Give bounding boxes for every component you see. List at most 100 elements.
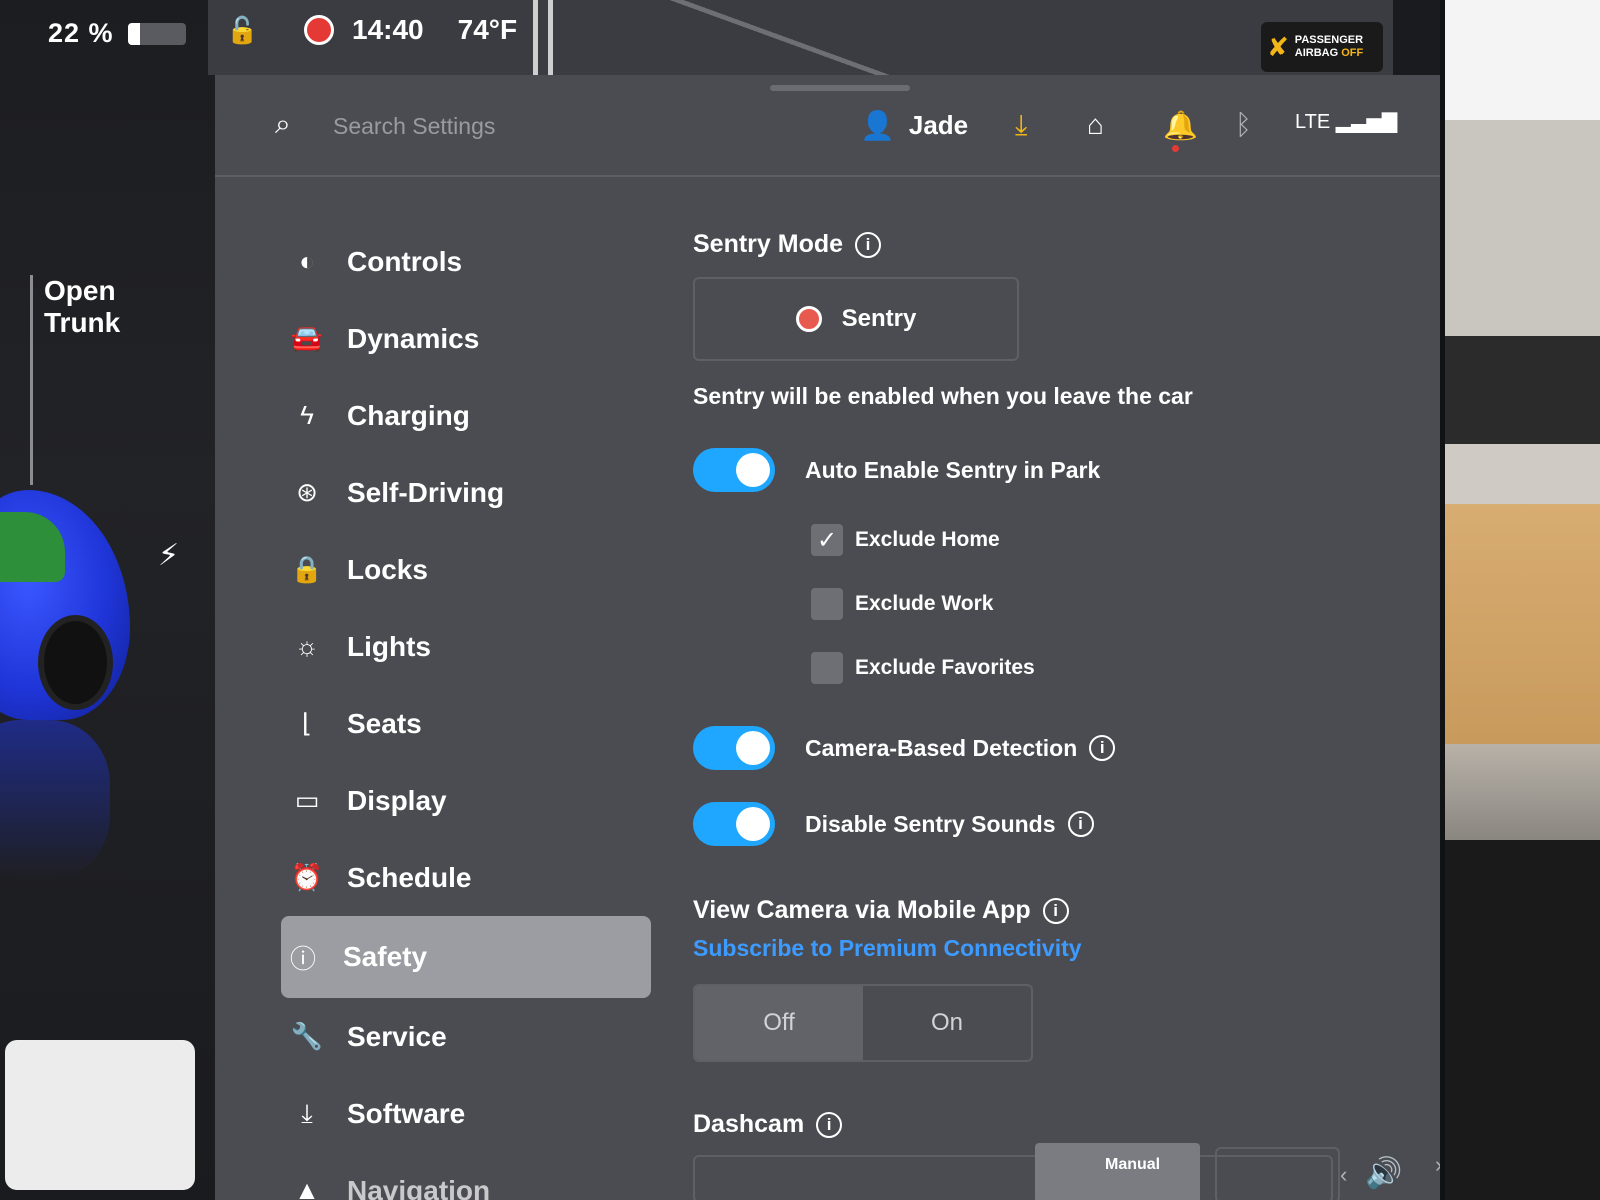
- steering-wheel-icon: ⊛: [296, 477, 318, 507]
- sentry-button[interactable]: Sentry: [693, 277, 1019, 361]
- sidebar-item-software[interactable]: ⤓ Software: [285, 1075, 665, 1152]
- sidebar-item-label: Navigation: [347, 1174, 491, 1200]
- battery-bar: [127, 22, 186, 45]
- sidebar-item-label: Charging: [347, 399, 470, 431]
- disable-sounds-label: Disable Sentry Sounds: [805, 810, 1056, 837]
- toggle-knob: [736, 807, 770, 841]
- status-left-group: 🔓 14:40 74°F: [208, 14, 517, 46]
- auto-enable-sentry-label: Auto Enable Sentry in Park: [805, 456, 1101, 483]
- dashcam-heading: Dashcam i: [693, 1110, 1413, 1139]
- sidebar-item-label: Software: [347, 1097, 466, 1129]
- profile-name: Jade: [908, 110, 969, 140]
- bottom-bar: Manual ‹ 🔊 ›: [700, 1150, 1445, 1200]
- sidebar-item-charging[interactable]: ϟ Charging: [285, 377, 665, 454]
- lock-icon: 🔒: [290, 554, 324, 584]
- garage-icon[interactable]: ⌂: [1087, 109, 1104, 141]
- exclude-work-label: Exclude Work: [855, 592, 994, 615]
- chevron-left-icon[interactable]: ‹: [1340, 1162, 1347, 1188]
- sidebar-item-self-driving[interactable]: ⊛ Self-Driving: [285, 454, 665, 531]
- person-icon: 👤: [860, 110, 895, 141]
- sidebar-item-seats[interactable]: ⌊ Seats: [285, 685, 665, 762]
- battery-fill: [127, 22, 141, 45]
- sidebar-item-label: Schedule: [347, 861, 472, 893]
- exclude-home-checkbox[interactable]: ✓: [811, 524, 843, 556]
- airbag-line-2: AIRBAG OFF: [1295, 47, 1363, 60]
- open-trunk-button[interactable]: Open Trunk: [44, 275, 164, 339]
- sidebar-item-label: Controls: [347, 245, 463, 277]
- disable-sounds-toggle[interactable]: [693, 802, 775, 846]
- airbag-icon: ✘: [1267, 31, 1289, 62]
- seat-heater-preview[interactable]: [5, 1040, 195, 1190]
- sidebar-item-safety[interactable]: ⓘ Safety: [281, 916, 651, 998]
- auto-enable-sentry-toggle[interactable]: [693, 448, 775, 492]
- view-camera-title: View Camera via Mobile App: [693, 896, 1031, 924]
- exclude-work-checkbox[interactable]: [811, 588, 843, 620]
- exclude-home-label: Exclude Home: [855, 528, 1000, 551]
- car-icon: 🚘: [290, 323, 324, 353]
- view-camera-heading: View Camera via Mobile App i: [693, 896, 1413, 925]
- download-icon[interactable]: ⤓: [1015, 109, 1027, 142]
- sidebar-item-locks[interactable]: 🔒 Locks: [285, 531, 665, 608]
- bell-icon[interactable]: 🔔: [1163, 109, 1198, 142]
- exclude-favorites-row: Exclude Favorites: [811, 652, 1413, 684]
- sidebar-item-label: Dynamics: [347, 322, 480, 354]
- settings-screen: ⌕ 👤 Jade ⤓ ⌂ 🔔 ᛒ LTE ▂▃▅▇ ◐ Controls 🚘 D…: [215, 75, 1445, 1200]
- sidebar-item-navigation[interactable]: ▲ Navigation: [285, 1152, 665, 1200]
- exclude-work-row: Exclude Work: [811, 588, 1413, 620]
- passenger-airbag-status: ✘ PASSENGER AIRBAG OFF: [1261, 22, 1383, 72]
- battery-percentage: 22 %: [48, 18, 114, 48]
- clock: 14:40: [352, 14, 424, 45]
- disable-sounds-row: Disable Sentry Sounds i: [693, 802, 1413, 846]
- sidebar-item-display[interactable]: ▭ Display: [285, 762, 665, 839]
- view-camera-off-option[interactable]: Off: [695, 986, 863, 1060]
- sentry-record-icon[interactable]: [304, 15, 334, 45]
- camera-detection-toggle[interactable]: [693, 726, 775, 770]
- sun-icon: ☼: [295, 631, 319, 661]
- search-input[interactable]: [333, 109, 733, 143]
- auto-enable-sentry-row: Auto Enable Sentry in Park: [693, 448, 1413, 492]
- driver-profile-button[interactable]: 👤 Jade: [860, 109, 968, 142]
- settings-sidebar: ◐ Controls 🚘 Dynamics ϟ Charging ⊛ Self-…: [281, 223, 665, 1200]
- climate-manual-label[interactable]: Manual: [1105, 1156, 1160, 1174]
- info-icon[interactable]: i: [855, 231, 882, 258]
- sentry-button-label: Sentry: [841, 305, 917, 332]
- info-icon[interactable]: i: [1089, 735, 1116, 761]
- sidebar-item-label: Service: [347, 1020, 447, 1052]
- sidebar-item-label: Display: [347, 784, 447, 816]
- view-camera-on-option[interactable]: On: [863, 986, 1031, 1060]
- toggle-knob: [736, 731, 770, 765]
- camera-detection-row: Camera-Based Detection i: [693, 726, 1413, 770]
- info-icon[interactable]: i: [1042, 897, 1069, 924]
- sidebar-item-schedule[interactable]: ⏰ Schedule: [285, 839, 665, 916]
- sentry-mode-heading: Sentry Mode i: [693, 230, 1413, 259]
- sentry-status-note: Sentry will be enabled when you leave th…: [693, 383, 1193, 409]
- sentry-record-icon: [795, 306, 822, 332]
- outside-temperature: 74°F: [457, 14, 518, 45]
- toggle-icon: ◐: [299, 246, 315, 276]
- sidebar-item-label: Lights: [347, 630, 431, 662]
- charge-port-bolt-icon[interactable]: ⚡: [158, 538, 179, 573]
- exclude-favorites-checkbox[interactable]: [811, 652, 843, 684]
- search-icon[interactable]: ⌕: [275, 108, 291, 141]
- airbag-text: PASSENGER AIRBAG OFF: [1295, 34, 1363, 60]
- sidebar-item-dynamics[interactable]: 🚘 Dynamics: [285, 300, 665, 377]
- unlocked-icon[interactable]: 🔓: [226, 16, 258, 44]
- drag-handle[interactable]: [770, 85, 910, 91]
- subscribe-premium-link[interactable]: Subscribe to Premium Connectivity: [693, 935, 1413, 962]
- safety-settings-panel: Sentry Mode i Sentry Sentry will be enab…: [693, 230, 1413, 1200]
- sidebar-item-service[interactable]: 🔧 Service: [285, 998, 665, 1075]
- info-icon[interactable]: i: [1067, 811, 1094, 837]
- toggle-knob: [736, 453, 770, 487]
- volume-icon[interactable]: 🔊: [1365, 1156, 1402, 1191]
- alarm-clock-icon: ⏰: [290, 862, 324, 892]
- info-icon[interactable]: i: [816, 1111, 843, 1138]
- sidebar-item-controls[interactable]: ◐ Controls: [285, 223, 665, 300]
- wrench-icon: 🔧: [290, 1021, 324, 1051]
- notification-dot: [1172, 145, 1179, 152]
- sidebar-item-lights[interactable]: ☼ Lights: [285, 608, 665, 685]
- lte-signal-icon: LTE ▂▃▅▇: [1295, 111, 1398, 133]
- bluetooth-icon[interactable]: ᛒ: [1235, 109, 1252, 141]
- camera-detection-label-group: Camera-Based Detection i: [805, 735, 1116, 762]
- airbag-word: AIRBAG: [1294, 47, 1339, 59]
- seat-icon: ⌊: [301, 708, 313, 738]
